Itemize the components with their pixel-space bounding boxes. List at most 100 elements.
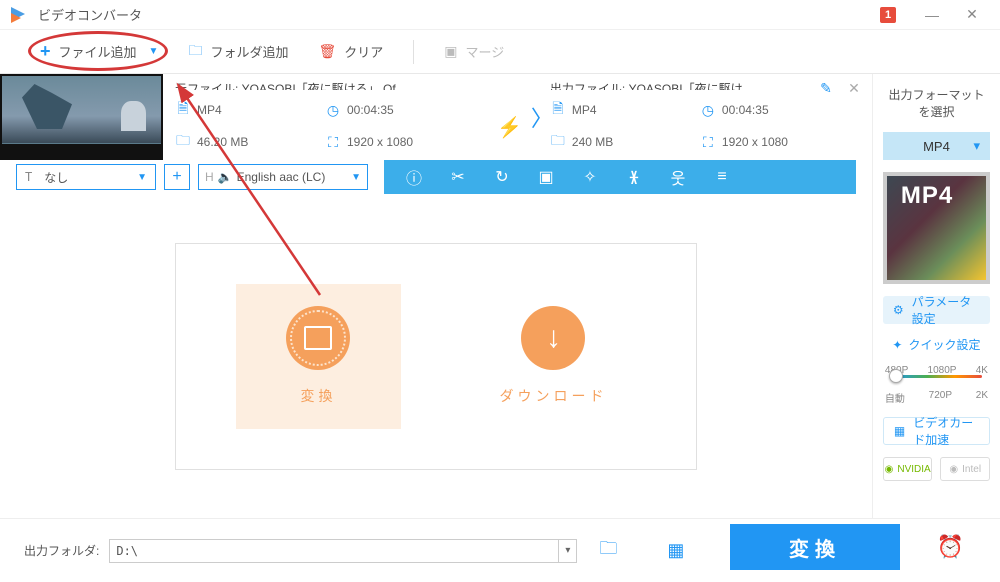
close-button[interactable]: ✕	[952, 3, 992, 27]
tick-720p: 720P	[929, 390, 952, 405]
source-resolution: 1920 x 1080	[347, 135, 413, 149]
nvidia-badge: ◉ NVIDIA	[883, 457, 933, 481]
minimize-button[interactable]: —	[912, 3, 952, 27]
output-path-input[interactable]	[109, 539, 559, 563]
trash-icon: 🗑	[318, 43, 336, 60]
source-size: 46.20 MB	[197, 135, 248, 149]
titlebar: ビデオコンバータ 1 — ✕	[0, 0, 1000, 30]
intel-icon: ◉	[949, 464, 958, 475]
quick-settings-label: ✦ クイック設定	[883, 336, 990, 353]
output-file-title: 出力ファイル: YOASOBI「夜に駆け...	[550, 80, 860, 90]
file-format-icon: 🗎	[175, 98, 191, 122]
file-format-icon: 🗎	[550, 98, 566, 122]
clear-label: クリア	[344, 42, 383, 61]
intel-badge: ◉ Intel	[940, 457, 990, 481]
divider	[413, 40, 414, 64]
merge-button[interactable]: ▣ マージ	[444, 42, 504, 61]
nvidia-icon: ◉	[885, 464, 894, 475]
source-duration: 00:04:35	[347, 103, 394, 117]
clock-icon: ◷	[700, 102, 716, 119]
merge-icon: ▣	[444, 43, 457, 60]
download-card[interactable]: ↓ ダウンロード	[471, 284, 636, 429]
format-dropdown[interactable]: MP4	[883, 132, 990, 160]
output-resolution: 1920 x 1080	[722, 135, 788, 149]
file-item[interactable]: 元ファイル: YOASOBI「夜に駆ける」 Of... 🗎 MP4 ◷ 00:04:…	[0, 74, 872, 160]
source-format: MP4	[197, 103, 222, 117]
path-dropdown-button[interactable]: ▾	[559, 539, 577, 563]
subtitle-prefix: T	[25, 170, 32, 184]
chip-icon: ▦	[894, 424, 905, 438]
convert-label: 変換	[300, 386, 336, 406]
gear-icon: ✦	[892, 338, 902, 352]
app-logo	[8, 5, 28, 25]
output-format: MP4	[572, 103, 597, 117]
subtitle-value: なし	[44, 169, 68, 186]
info-icon[interactable]: ⓘ	[404, 165, 424, 189]
slider-thumb[interactable]	[889, 369, 903, 383]
folder-size-icon: 🗀	[550, 130, 566, 154]
remove-file-icon[interactable]: ✕	[848, 80, 860, 97]
audio-edit-icon[interactable]: ≡	[712, 168, 732, 186]
folder-size-icon: 🗀	[175, 130, 191, 154]
subtitle-edit-icon[interactable]: 웃	[668, 165, 688, 189]
download-icon: ↓	[521, 306, 585, 370]
edit-toolbar: ⓘ ✂ ↻ ▣ ✧ ᚕ 웃 ≡	[384, 160, 856, 194]
browse-folder-icon[interactable]: ▦	[667, 540, 684, 561]
window-title: ビデオコンバータ	[38, 5, 880, 24]
add-folder-button[interactable]: 🗀 フォルダ追加	[188, 40, 288, 64]
open-folder-icon[interactable]: 🗀	[599, 536, 617, 566]
output-duration: 00:04:35	[722, 103, 769, 117]
speaker-icon: 🔈	[218, 170, 233, 184]
resolution-icon: ⛶	[325, 134, 341, 151]
format-thumb-label: MP4	[901, 182, 953, 210]
crop-icon[interactable]: ▣	[536, 167, 556, 187]
plus-icon: +	[40, 41, 51, 62]
gpu-label: ビデオカード加速	[913, 414, 979, 448]
audio-track-dropdown[interactable]: H 🔈 English aac (LC) ▼	[198, 164, 368, 190]
tick-auto: 自動	[885, 390, 905, 405]
format-value: MP4	[923, 139, 950, 154]
schedule-icon[interactable]: ⏰	[937, 534, 964, 560]
dropdown-caret-icon[interactable]: ▼	[149, 46, 159, 57]
sidebar: 出力フォーマットを選択 MP4 MP4 ⚙ パラメータ設定 ✦ クイック設定 4…	[872, 74, 1000, 518]
video-thumbnail[interactable]	[0, 74, 163, 160]
rotate-icon[interactable]: ↻	[492, 167, 512, 187]
add-folder-label: フォルダ追加	[210, 42, 288, 61]
folder-plus-icon: 🗀	[188, 40, 202, 64]
bolt-icon: ⚡	[497, 115, 522, 140]
resolution-icon: ⛶	[700, 134, 716, 151]
convert-icon	[286, 306, 350, 370]
cut-icon[interactable]: ✂	[448, 167, 468, 187]
edit-pencil-icon[interactable]: ✎	[820, 80, 832, 97]
convert-button[interactable]: 変換	[730, 524, 900, 570]
add-file-label: ファイル追加	[59, 42, 137, 61]
download-label: ダウンロード	[499, 386, 607, 406]
clear-button[interactable]: 🗑 クリア	[318, 42, 383, 61]
audio-prefix: H	[205, 170, 214, 184]
caret-icon: ▼	[137, 172, 147, 183]
quality-slider[interactable]: 480P 1080P 4K 自動 720P 2K	[883, 365, 990, 405]
audio-value: English aac (LC)	[237, 170, 326, 184]
convert-card[interactable]: 変換	[236, 284, 401, 429]
gpu-accel-button[interactable]: ▦ ビデオカード加速	[883, 417, 990, 445]
add-file-button[interactable]: + ファイル追加 ▼	[40, 41, 158, 62]
parameter-settings-button[interactable]: ⚙ パラメータ設定	[883, 296, 990, 324]
caret-icon: ▼	[351, 172, 361, 183]
subtitle-dropdown[interactable]: T なし ▼	[16, 164, 156, 190]
add-subtitle-button[interactable]: +	[164, 164, 190, 190]
clock-icon: ◷	[325, 102, 341, 119]
merge-label: マージ	[465, 42, 504, 61]
watermark-icon[interactable]: ᚕ	[624, 167, 644, 187]
source-file-title: 元ファイル: YOASOBI「夜に駆ける」 Of...	[175, 80, 485, 90]
sliders-icon: ⚙	[893, 303, 904, 317]
format-preview[interactable]: MP4	[883, 172, 990, 284]
file-controls: T なし ▼ + H 🔈 English aac (LC) ▼ ⓘ ✂ ↻ ▣ …	[0, 160, 872, 194]
effect-icon[interactable]: ✧	[580, 167, 600, 187]
params-label: パラメータ設定	[912, 293, 980, 327]
output-folder-label: 出力フォルダ:	[24, 542, 99, 559]
chevron-right-icon: 〉	[534, 80, 550, 154]
output-size: 240 MB	[572, 135, 613, 149]
step-badge: 1	[880, 7, 896, 23]
action-panel: 変換 ↓ ダウンロード	[175, 243, 697, 470]
toolbar: + ファイル追加 ▼ 🗀 フォルダ追加 🗑 クリア ▣ マージ	[0, 30, 1000, 74]
